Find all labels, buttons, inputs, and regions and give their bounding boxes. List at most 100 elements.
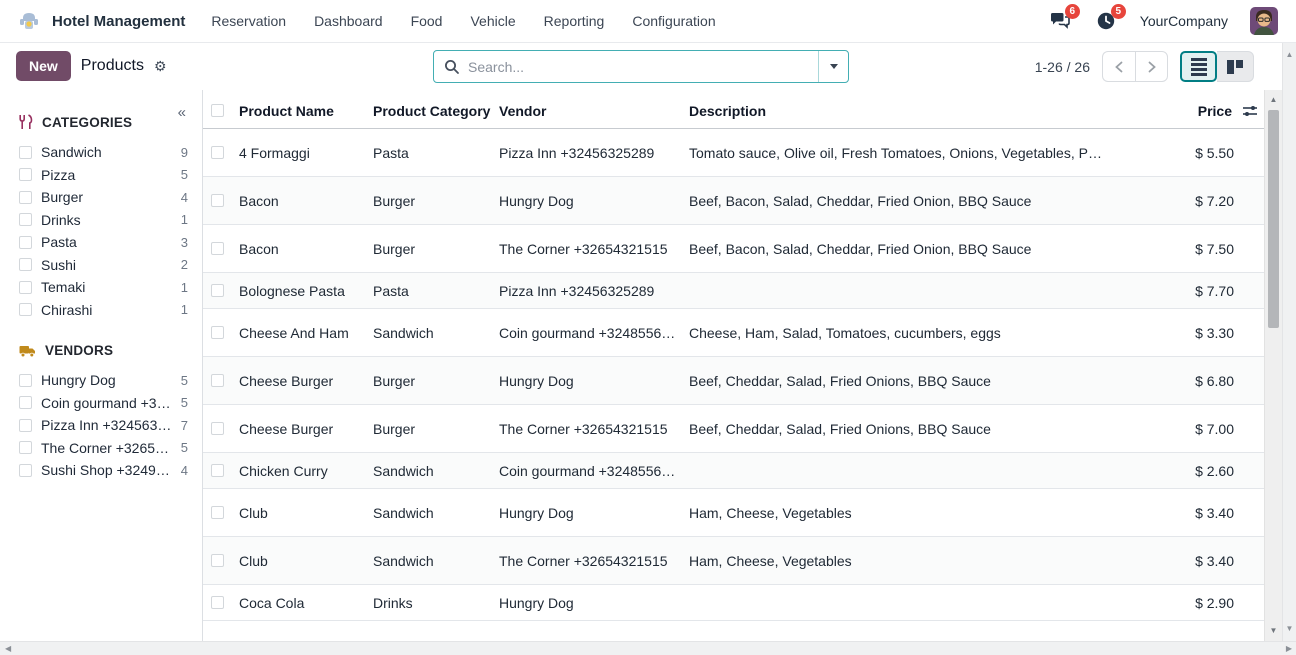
- filter-label: Sushi Shop +3249885...: [41, 462, 175, 478]
- row-checkbox[interactable]: [211, 464, 224, 477]
- table-row[interactable]: Club Sandwich The Corner +32654321515 Ha…: [203, 537, 1264, 585]
- filter-checkbox[interactable]: [19, 441, 32, 454]
- table-row[interactable]: Bolognese Pasta Pasta Pizza Inn +3245632…: [203, 273, 1264, 309]
- row-checkbox[interactable]: [211, 596, 224, 609]
- horizontal-scrollbar[interactable]: ◀ ▶: [0, 641, 1296, 655]
- row-checkbox-cell: [203, 596, 239, 609]
- table-scrollbar-thumb[interactable]: [1268, 110, 1279, 328]
- filter-checkbox[interactable]: [19, 168, 32, 181]
- app-name[interactable]: Hotel Management: [52, 13, 185, 30]
- window-scrollbar[interactable]: ▲ ▼: [1282, 43, 1296, 641]
- filter-checkbox[interactable]: [19, 464, 32, 477]
- scroll-right-icon[interactable]: ▶: [1286, 642, 1292, 655]
- filter-count: 5: [181, 395, 188, 410]
- column-options-icon[interactable]: [1242, 104, 1258, 118]
- filter-checkbox[interactable]: [19, 303, 32, 316]
- row-checkbox[interactable]: [211, 374, 224, 387]
- filter-list-item[interactable]: Pizza 5: [19, 164, 188, 187]
- filter-list-item[interactable]: Pizza Inn +32456325289 7: [19, 414, 188, 437]
- table-row[interactable]: 4 Formaggi Pasta Pizza Inn +32456325289 …: [203, 129, 1264, 177]
- filter-label: Pizza: [41, 167, 175, 183]
- company-name[interactable]: YourCompany: [1140, 13, 1228, 29]
- row-checkbox[interactable]: [211, 422, 224, 435]
- pager-previous-button[interactable]: [1102, 51, 1135, 82]
- new-button[interactable]: New: [16, 51, 71, 81]
- main-menu-item[interactable]: Reporting: [544, 13, 605, 29]
- main-menu-item[interactable]: Dashboard: [314, 13, 383, 29]
- filter-checkbox[interactable]: [19, 146, 32, 159]
- filter-list-item[interactable]: Drinks 1: [19, 209, 188, 232]
- collapse-sidebar-button[interactable]: «: [178, 104, 186, 121]
- main-menu-item[interactable]: Food: [411, 13, 443, 29]
- row-checkbox-cell: [203, 422, 239, 435]
- window-scroll-down-icon[interactable]: ▼: [1283, 625, 1296, 633]
- kanban-view-button[interactable]: [1217, 51, 1254, 82]
- column-header-price[interactable]: Price: [1114, 103, 1264, 119]
- pager: [1102, 51, 1168, 82]
- cell-product-category: Burger: [373, 193, 499, 209]
- main-menu-item[interactable]: Reservation: [211, 13, 286, 29]
- table-row[interactable]: Club Sandwich Hungry Dog Ham, Cheese, Ve…: [203, 489, 1264, 537]
- scroll-up-icon[interactable]: ▲: [1265, 96, 1282, 104]
- list-view-button[interactable]: [1180, 51, 1217, 82]
- user-avatar[interactable]: [1250, 7, 1278, 35]
- filter-checkbox[interactable]: [19, 419, 32, 432]
- filter-list-item[interactable]: Coin gourmand +3248... 5: [19, 392, 188, 415]
- column-header-vendor[interactable]: Vendor: [499, 103, 689, 119]
- filter-list-item[interactable]: Sandwich 9: [19, 141, 188, 164]
- filter-list-item[interactable]: Chirashi 1: [19, 299, 188, 322]
- table-scrollbar[interactable]: ▲ ▼: [1264, 90, 1282, 641]
- table-row[interactable]: Cheese And Ham Sandwich Coin gourmand +3…: [203, 309, 1264, 357]
- filter-checkbox[interactable]: [19, 396, 32, 409]
- cell-product-name: Bolognese Pasta: [239, 283, 373, 299]
- filter-checkbox[interactable]: [19, 374, 32, 387]
- filter-list-item[interactable]: Hungry Dog 5: [19, 369, 188, 392]
- products-table: Product Name Product Category Vendor Des…: [203, 90, 1264, 641]
- table-row[interactable]: Bacon Burger Hungry Dog Beef, Bacon, Sal…: [203, 177, 1264, 225]
- column-header-product-name[interactable]: Product Name: [239, 103, 373, 119]
- cell-product-category: Burger: [373, 241, 499, 257]
- table-row[interactable]: Chicken Curry Sandwich Coin gourmand +32…: [203, 453, 1264, 489]
- select-all-checkbox[interactable]: [211, 104, 224, 117]
- table-row[interactable]: Coca Cola Drinks Hungry Dog $ 2.90: [203, 585, 1264, 621]
- filter-checkbox[interactable]: [19, 236, 32, 249]
- activities-button[interactable]: 5: [1094, 9, 1118, 33]
- filter-list-item[interactable]: Burger 4: [19, 186, 188, 209]
- window-scroll-up-icon[interactable]: ▲: [1283, 51, 1296, 59]
- app-logo-icon[interactable]: [16, 8, 42, 34]
- row-checkbox[interactable]: [211, 284, 224, 297]
- table-row[interactable]: Cheese Burger Burger The Corner +3265432…: [203, 405, 1264, 453]
- cell-price: $ 7.50: [1114, 241, 1264, 257]
- messages-button[interactable]: 6: [1048, 9, 1072, 33]
- column-header-description[interactable]: Description: [689, 103, 1114, 119]
- filter-list-item[interactable]: Sushi Shop +3249885... 4: [19, 459, 188, 482]
- scroll-down-icon[interactable]: ▼: [1265, 627, 1282, 635]
- filter-list-item[interactable]: The Corner +3265432... 5: [19, 437, 188, 460]
- filter-checkbox[interactable]: [19, 213, 32, 226]
- filter-list-item[interactable]: Sushi 2: [19, 254, 188, 277]
- filter-checkbox[interactable]: [19, 281, 32, 294]
- search-dropdown-toggle[interactable]: [818, 51, 848, 82]
- row-checkbox[interactable]: [211, 242, 224, 255]
- scroll-left-icon[interactable]: ◀: [5, 642, 11, 655]
- row-checkbox[interactable]: [211, 146, 224, 159]
- table-row[interactable]: Cheese Burger Burger Hungry Dog Beef, Ch…: [203, 357, 1264, 405]
- filter-checkbox[interactable]: [19, 258, 32, 271]
- row-checkbox[interactable]: [211, 506, 224, 519]
- pager-next-button[interactable]: [1135, 51, 1168, 82]
- gear-icon[interactable]: ⚙: [154, 59, 167, 73]
- main-menu-item[interactable]: Configuration: [632, 13, 715, 29]
- row-checkbox-cell: [203, 326, 239, 339]
- search-input[interactable]: [468, 59, 818, 75]
- column-header-product-category[interactable]: Product Category: [373, 103, 499, 119]
- main-menu-item[interactable]: Vehicle: [470, 13, 515, 29]
- row-checkbox[interactable]: [211, 326, 224, 339]
- table-row[interactable]: Bacon Burger The Corner +32654321515 Bee…: [203, 225, 1264, 273]
- filter-list-item[interactable]: Pasta 3: [19, 231, 188, 254]
- filter-list-item[interactable]: Temaki 1: [19, 276, 188, 299]
- row-checkbox[interactable]: [211, 554, 224, 567]
- row-checkbox[interactable]: [211, 194, 224, 207]
- filter-checkbox[interactable]: [19, 191, 32, 204]
- filter-count: 4: [181, 463, 188, 478]
- kanban-view-icon: [1227, 60, 1243, 74]
